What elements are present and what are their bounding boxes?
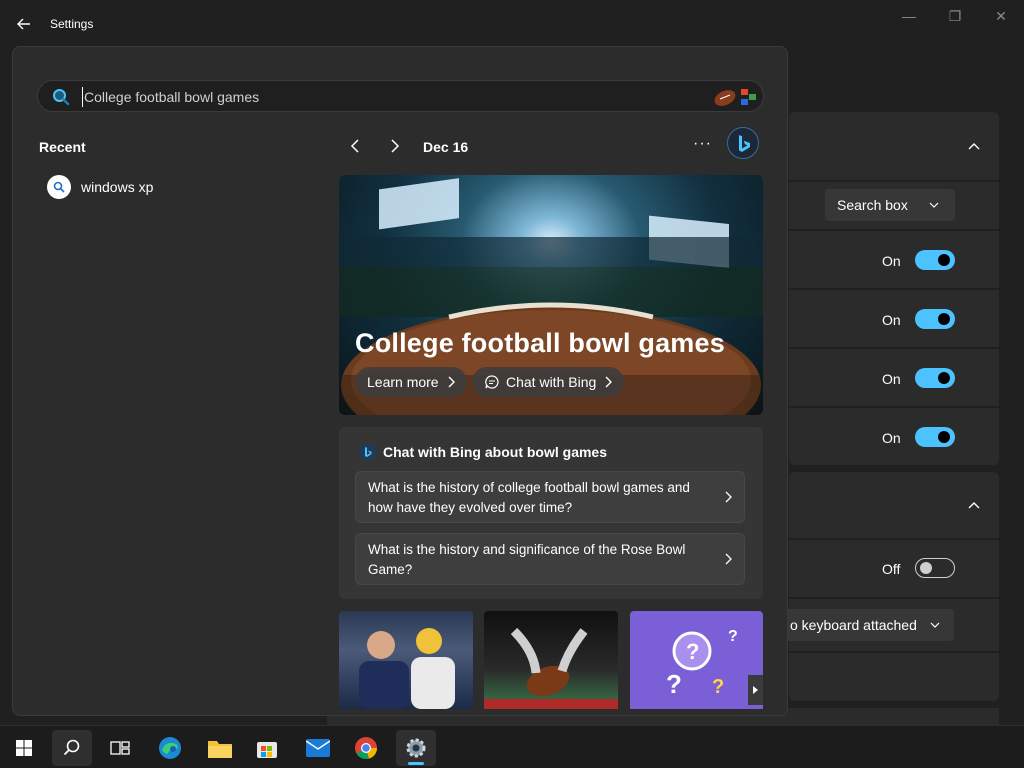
- task-view-icon: [110, 741, 130, 755]
- search-button[interactable]: [52, 730, 92, 766]
- chat-suggestion-text: What is the history of college football …: [368, 480, 690, 515]
- svg-text:?: ?: [728, 628, 738, 645]
- chat-heading-text: Chat with Bing about bowl games: [383, 444, 607, 460]
- hero-title: College football bowl games: [355, 328, 725, 358]
- chat-suggestion-text: What is the history and significance of …: [368, 542, 686, 577]
- chat-suggestions-card: Chat with Bing about bowl games What is …: [339, 427, 763, 599]
- chevron-right-icon: [725, 491, 732, 503]
- learn-more-label: Learn more: [367, 374, 439, 390]
- toggle-state-label-2: On: [882, 312, 901, 328]
- more-options-button[interactable]: ···: [693, 135, 715, 155]
- mail-icon: [306, 739, 330, 757]
- chrome-button[interactable]: [346, 730, 386, 766]
- folder-icon: [208, 741, 232, 758]
- chat-heading: Chat with Bing about bowl games: [359, 443, 607, 461]
- search-type-dropdown[interactable]: Search box: [825, 189, 955, 221]
- close-icon: ✕: [995, 8, 1007, 24]
- gear-icon: [406, 738, 426, 758]
- search-type-dropdown-value: Search box: [837, 197, 908, 213]
- task-view-button[interactable]: [100, 730, 140, 766]
- windows-logo-icon: [16, 740, 32, 756]
- chevron-right-icon: [725, 553, 732, 565]
- chevron-down-icon: [930, 622, 940, 628]
- store-button[interactable]: [247, 730, 287, 766]
- toggle-state-label-1: On: [882, 253, 901, 269]
- chat-suggestion-2[interactable]: What is the history and significance of …: [355, 533, 745, 585]
- taskbar: [0, 725, 1024, 768]
- news-image: [484, 627, 618, 709]
- chevron-down-icon: [929, 202, 939, 208]
- edge-button[interactable]: [150, 730, 190, 766]
- svg-text:?: ?: [686, 639, 699, 664]
- minimize-icon: —: [902, 8, 916, 24]
- svg-text:?: ?: [666, 669, 682, 699]
- toggle-switch-1[interactable]: [915, 250, 955, 270]
- chevron-right-icon: [605, 376, 613, 388]
- mail-button[interactable]: [298, 730, 338, 766]
- search-input[interactable]: [82, 87, 682, 107]
- chevron-right-icon: [448, 376, 455, 388]
- window-title: Settings: [50, 17, 94, 31]
- bing-chat-icon: [359, 443, 377, 461]
- close-button[interactable]: ✕: [989, 6, 1013, 26]
- chat-with-bing-label: Chat with Bing: [506, 374, 597, 390]
- start-button[interactable]: [4, 730, 44, 766]
- toggle-state-label-off: Off: [882, 561, 901, 577]
- settings-button[interactable]: [396, 730, 436, 766]
- maximize-button[interactable]: ❐: [943, 6, 967, 26]
- chevron-left-icon[interactable]: [347, 138, 363, 154]
- bing-logo-icon: [739, 135, 750, 152]
- search-bar[interactable]: [37, 80, 764, 112]
- restore-icon: ❐: [948, 8, 962, 24]
- toggle-switch-2[interactable]: [915, 309, 955, 329]
- store-icon: [257, 742, 277, 758]
- chat-suggestion-1[interactable]: What is the history of college football …: [355, 471, 745, 523]
- toggle-switch-3[interactable]: [915, 368, 955, 388]
- thumbnail-quiz[interactable]: ? ? ? ?: [630, 611, 763, 709]
- settings-section-header-1[interactable]: [789, 112, 999, 180]
- quiz-image: ? ? ? ?: [666, 628, 763, 705]
- keyboard-dropdown-value: o keyboard attached: [790, 617, 917, 633]
- chat-with-bing-button[interactable]: Chat with Bing: [472, 367, 625, 397]
- toggle-state-label-4: On: [882, 430, 901, 446]
- recent-item[interactable]: windows xp: [47, 174, 153, 200]
- recent-item-label: windows xp: [81, 179, 154, 195]
- back-arrow-icon: [17, 18, 30, 30]
- svg-text:?: ?: [712, 676, 724, 698]
- edge-browser-icon: [159, 737, 181, 759]
- toggle-switch-off[interactable]: [915, 558, 955, 578]
- minimize-button[interactable]: —: [897, 6, 921, 26]
- chevron-up-icon: [968, 502, 980, 509]
- chrome-icon: [355, 737, 377, 760]
- football-highlight-icon: [714, 89, 756, 106]
- back-button[interactable]: [13, 14, 35, 34]
- file-explorer-button[interactable]: [199, 730, 239, 766]
- news-image: [359, 628, 455, 709]
- keyboard-dropdown[interactable]: o keyboard attached: [780, 609, 954, 641]
- thumbnail-football[interactable]: [484, 611, 618, 709]
- toggle-state-label-3: On: [882, 371, 901, 387]
- settings-section-header-2[interactable]: [789, 472, 999, 538]
- search-icon: [63, 739, 80, 756]
- chevron-right-icon[interactable]: [387, 138, 403, 154]
- settings-row-7: [789, 653, 999, 701]
- bing-chat-button[interactable]: [727, 127, 759, 159]
- recent-heading: Recent: [39, 139, 86, 155]
- search-flyout: Recent windows xp Dec 16 ··· College foo…: [12, 46, 788, 716]
- thumbnail-coaches[interactable]: [339, 611, 473, 709]
- date-label: Dec 16: [423, 139, 469, 155]
- hero-card[interactable]: College football bowl games Learn more C…: [339, 175, 763, 415]
- chevron-up-icon: [968, 143, 980, 150]
- active-indicator: [408, 762, 424, 765]
- learn-more-button[interactable]: Learn more: [355, 367, 467, 397]
- chat-bubble-icon: [485, 375, 499, 389]
- search-icon: [53, 89, 70, 106]
- toggle-switch-4[interactable]: [915, 427, 955, 447]
- search-icon: [47, 175, 71, 199]
